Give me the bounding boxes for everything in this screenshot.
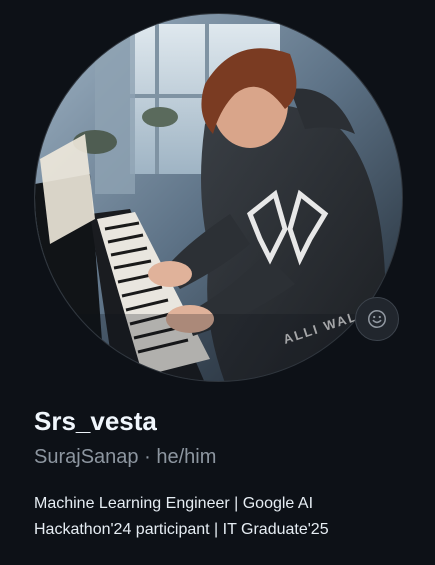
username: SurajSanap [34, 446, 139, 468]
profile-bio: Machine Learning Engineer | Google AI Ha… [34, 491, 424, 543]
set-status-button[interactable] [355, 297, 399, 341]
separator-dot: · [144, 446, 151, 468]
avatar-image: ALLI WALKER [35, 14, 402, 381]
smiley-icon [368, 310, 386, 328]
bio-line: Hackathon'24 participant | IT Graduate'2… [34, 521, 329, 538]
pronouns: he/him [156, 446, 217, 468]
avatar[interactable]: ALLI WALKER [34, 13, 403, 382]
display-name: Srs_vesta [34, 406, 157, 436]
bio-line: Machine Learning Engineer | Google AI [34, 495, 314, 512]
username-line: SurajSanap · he/him [34, 443, 216, 471]
profile-card: ALLI WALKER Srs_vesta SurajSanap · he/hi… [0, 0, 435, 565]
